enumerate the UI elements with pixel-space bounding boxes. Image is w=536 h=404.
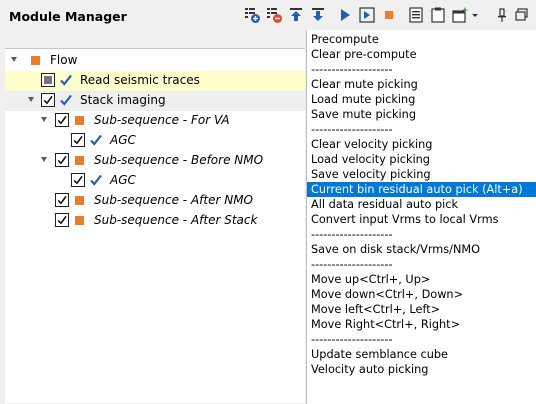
sequence-icon — [75, 116, 84, 125]
module-check-icon — [89, 173, 103, 190]
menu-separator: -------------------- — [311, 63, 393, 76]
module-checkbox[interactable] — [71, 133, 85, 147]
tree-row-label: Flow — [50, 53, 78, 67]
sequence-icon — [75, 216, 84, 225]
module-checkbox[interactable] — [55, 213, 69, 227]
tree-row[interactable]: Flow — [5, 51, 305, 71]
tree-row-label: Sub-sequence - After NMO — [94, 193, 253, 207]
module-check-icon — [59, 73, 73, 90]
menu-item[interactable]: Move down<Ctrl+, Down> — [307, 287, 536, 302]
module-checkbox[interactable] — [55, 113, 69, 127]
module-tree: Flow Read seismic traces Stack imaging Sub-… — [5, 48, 305, 403]
expand-arrow-icon[interactable] — [41, 117, 47, 122]
tree-row[interactable]: AGC — [5, 171, 305, 191]
run-step-icon[interactable] — [358, 6, 376, 24]
tree-row-label: Read seismic traces — [80, 73, 200, 87]
menu-item[interactable]: Current bin residual auto pick (Alt+a) — [307, 182, 536, 197]
tree-row-label: AGC — [110, 173, 136, 187]
tree-row[interactable]: Sub-sequence - After NMO — [5, 191, 305, 211]
sequence-icon — [75, 156, 84, 165]
panel-title: Module Manager — [9, 9, 127, 24]
pin-icon[interactable] — [493, 6, 511, 24]
tree-row-label: Sub-sequence - For VA — [94, 113, 230, 127]
add-module-icon[interactable] — [243, 6, 261, 24]
sequence-icon — [31, 56, 40, 65]
expand-arrow-icon[interactable] — [41, 157, 47, 162]
menu-item[interactable]: Save mute picking — [307, 107, 536, 122]
menu-item[interactable]: All data residual auto pick — [307, 197, 536, 212]
menu-item[interactable]: Clear mute picking — [307, 77, 536, 92]
menu-item[interactable]: Precompute — [307, 32, 536, 47]
tree-row[interactable]: Sub-sequence - After Stack — [5, 211, 305, 231]
menu-separator: -------------------- — [311, 333, 393, 346]
menu-item[interactable]: Velocity auto picking — [307, 362, 536, 377]
new-window-icon[interactable] — [451, 6, 469, 24]
list-icon[interactable] — [407, 6, 425, 24]
run-icon[interactable] — [336, 6, 354, 24]
menu-item[interactable]: Clear velocity picking — [307, 137, 536, 152]
tree-row[interactable]: AGC — [5, 131, 305, 151]
tree-row-label: Sub-sequence - Before NMO — [94, 153, 264, 167]
menu-item[interactable]: Clear pre-compute — [307, 47, 536, 62]
menu-item[interactable]: Move Right<Ctrl+, Right> — [307, 317, 536, 332]
context-menu: Precompute Clear pre-compute -------------… — [306, 30, 536, 404]
expand-arrow-icon[interactable] — [28, 97, 34, 102]
menu-item[interactable]: Convert input Vrms to local Vrms — [307, 212, 536, 227]
tree-row-label: AGC — [110, 133, 136, 147]
expand-arrow-icon[interactable] — [11, 57, 17, 62]
module-checkbox[interactable] — [55, 193, 69, 207]
tree-row[interactable]: Stack imaging — [5, 91, 305, 111]
menu-separator: -------------------- — [311, 123, 393, 136]
module-checkbox[interactable] — [55, 153, 69, 167]
module-checkbox[interactable] — [71, 173, 85, 187]
menu-item[interactable]: Load mute picking — [307, 92, 536, 107]
tree-row[interactable]: Sub-sequence - For VA — [5, 111, 305, 131]
sequence-icon — [75, 196, 84, 205]
menu-item[interactable]: Update semblance cube — [307, 347, 536, 362]
remove-module-icon[interactable] — [265, 6, 283, 24]
module-check-icon — [89, 133, 103, 150]
tree-row[interactable]: Read seismic traces — [5, 71, 305, 91]
move-up-icon[interactable] — [287, 6, 305, 24]
menu-separator: -------------------- — [311, 258, 393, 271]
stop-icon[interactable] — [380, 6, 398, 24]
clipboard-icon[interactable] — [429, 6, 447, 24]
tree-row[interactable]: Sub-sequence - Before NMO — [5, 151, 305, 171]
move-down-icon[interactable] — [309, 6, 327, 24]
dropdown-icon[interactable] — [470, 6, 480, 24]
module-checkbox[interactable] — [41, 93, 55, 107]
tree-row-label: Stack imaging — [80, 93, 166, 107]
module-check-icon — [59, 93, 73, 110]
float-icon[interactable] — [513, 6, 531, 24]
panel-header: Module Manager — [0, 0, 536, 30]
tree-row-label: Sub-sequence - After Stack — [94, 213, 258, 227]
menu-separator: -------------------- — [311, 228, 393, 241]
menu-item[interactable]: Save on disk stack/Vrms/NMO — [307, 242, 536, 257]
menu-item[interactable]: Move left<Ctrl+, Left> — [307, 302, 536, 317]
menu-item[interactable]: Save velocity picking — [307, 167, 536, 182]
menu-item[interactable]: Move up<Ctrl+, Up> — [307, 272, 536, 287]
menu-item[interactable]: Load velocity picking — [307, 152, 536, 167]
module-checkbox[interactable] — [41, 73, 55, 87]
